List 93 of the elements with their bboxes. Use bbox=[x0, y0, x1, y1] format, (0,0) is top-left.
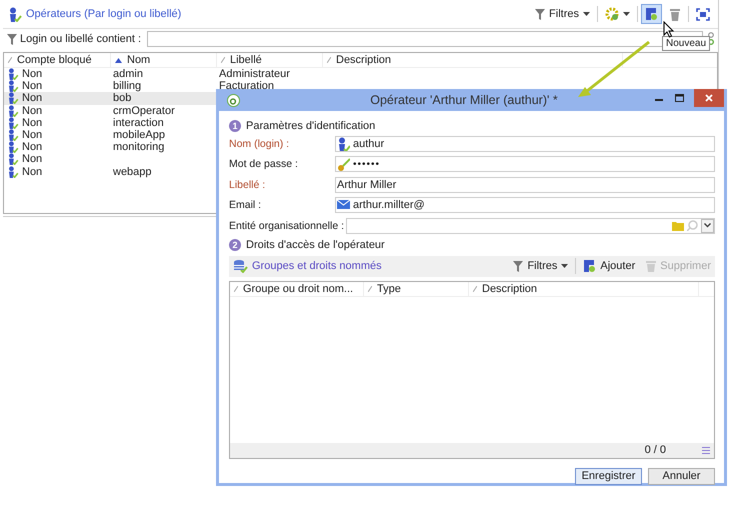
dropdown-button[interactable] bbox=[701, 218, 714, 232]
table-cell: interaction bbox=[113, 116, 164, 129]
user-icon bbox=[6, 116, 20, 129]
table-cell: monitoring bbox=[113, 141, 164, 154]
record-count: 0 / 0 bbox=[644, 444, 666, 456]
panel-title: Opérateurs (Par login ou libellé) bbox=[26, 8, 182, 20]
column-header[interactable]: Compte bloqué bbox=[4, 53, 111, 67]
caret-icon[interactable] bbox=[561, 264, 568, 268]
resize-mark-icon bbox=[327, 57, 331, 63]
step-number: 2 bbox=[229, 238, 241, 250]
app-logo-icon bbox=[227, 94, 240, 106]
resize-mark-icon bbox=[368, 286, 372, 292]
column-header[interactable]: Nom bbox=[111, 53, 217, 67]
column-header[interactable]: Type bbox=[364, 282, 469, 296]
database-icon bbox=[233, 259, 248, 273]
user-icon bbox=[6, 68, 20, 80]
filters-button[interactable]: Filtres bbox=[531, 4, 594, 24]
resize-mark-icon bbox=[221, 57, 225, 63]
filter-label: Login ou libellé contient : bbox=[20, 33, 142, 45]
close-icon bbox=[705, 94, 713, 102]
fullscreen-icon bbox=[696, 8, 710, 20]
user-icon bbox=[6, 104, 20, 117]
chevron-down-icon bbox=[704, 223, 711, 228]
menu-icon[interactable] bbox=[702, 446, 710, 454]
close-button[interactable] bbox=[694, 89, 724, 107]
column-header[interactable]: Description bbox=[323, 53, 623, 67]
table-cell: admin bbox=[113, 68, 143, 80]
input-field[interactable]: •••••• bbox=[335, 156, 715, 172]
section-title: Paramètres d'identification bbox=[246, 120, 376, 132]
user-icon bbox=[6, 141, 20, 154]
table-cell: Non bbox=[22, 116, 42, 129]
user-icon bbox=[6, 166, 20, 178]
add-button[interactable]: Ajouter bbox=[579, 256, 640, 276]
user-icon bbox=[6, 80, 20, 92]
resize-mark-icon bbox=[473, 286, 477, 292]
table-cell: Non bbox=[22, 104, 42, 117]
filter-icon bbox=[7, 34, 17, 44]
column-header[interactable]: Libellé bbox=[217, 53, 323, 67]
user-icon bbox=[6, 129, 20, 142]
new-button[interactable] bbox=[641, 4, 662, 24]
input-field[interactable]: authur bbox=[335, 136, 715, 152]
trash-icon bbox=[646, 260, 656, 272]
table-cell: Non bbox=[22, 129, 42, 142]
table-cell: bob bbox=[113, 92, 132, 104]
panel-title: Groupes et droits nommés bbox=[252, 260, 382, 272]
table-cell: Non bbox=[22, 68, 42, 80]
caret-icon[interactable] bbox=[623, 12, 630, 16]
section-title: Droits d'accès de l'opérateur bbox=[246, 238, 385, 250]
resize-mark-icon bbox=[8, 57, 12, 63]
table-cell: mobileApp bbox=[113, 129, 165, 142]
user-icon bbox=[6, 92, 20, 104]
cancel-button[interactable]: Annuler bbox=[648, 468, 715, 484]
table-cell: Non bbox=[22, 80, 42, 92]
mouse-cursor-icon bbox=[663, 21, 675, 38]
envelope-icon bbox=[337, 198, 350, 212]
column-header[interactable]: Groupe ou droit nom... bbox=[230, 282, 364, 296]
user-icon bbox=[337, 136, 350, 150]
delete-button: Supprimer bbox=[642, 256, 715, 276]
table-cell: Non bbox=[22, 92, 42, 104]
table-cell: Facturation bbox=[219, 80, 274, 92]
table-cell: billing bbox=[113, 80, 142, 92]
filters-button[interactable]: Filtres bbox=[509, 256, 572, 276]
table-cell: Non bbox=[22, 153, 42, 166]
lookup-field[interactable] bbox=[346, 218, 715, 234]
input-field[interactable]: Arthur Miller bbox=[335, 176, 715, 192]
sort-up-icon bbox=[115, 58, 122, 62]
trash-icon bbox=[669, 7, 681, 21]
table-cell: Non bbox=[22, 166, 42, 178]
new-user-icon bbox=[583, 259, 596, 273]
maximize-icon bbox=[675, 94, 684, 102]
key-icon bbox=[337, 157, 350, 171]
resize-mark-icon bbox=[234, 286, 238, 292]
column-header[interactable]: Description bbox=[469, 282, 699, 296]
step-number: 1 bbox=[229, 120, 241, 132]
input-field[interactable]: arthur.millter@ bbox=[335, 197, 715, 213]
table-cell: webapp bbox=[113, 166, 152, 178]
user-icon bbox=[6, 153, 20, 166]
field-label: Nom (login) : bbox=[229, 138, 290, 150]
field-label: Entité organisationnelle : bbox=[229, 220, 345, 232]
field-label: Email : bbox=[229, 199, 262, 211]
table-cell: Non bbox=[22, 141, 42, 154]
filter-icon bbox=[513, 260, 524, 272]
new-user-icon bbox=[645, 7, 658, 21]
tooltip: Nouveau bbox=[662, 36, 710, 51]
field-label: Mot de passe : bbox=[229, 158, 299, 170]
filter-icon bbox=[535, 8, 546, 20]
dialog-title: Opérateur 'Arthur Miller (authur)' * bbox=[369, 93, 559, 107]
user-icon bbox=[8, 6, 22, 22]
table-cell: crmOperator bbox=[113, 104, 175, 117]
caret-icon[interactable] bbox=[583, 12, 590, 16]
field-label: Libellé : bbox=[229, 178, 266, 190]
save-button[interactable]: Enregistrer bbox=[575, 468, 642, 484]
table-cell: Administrateur bbox=[219, 68, 290, 80]
